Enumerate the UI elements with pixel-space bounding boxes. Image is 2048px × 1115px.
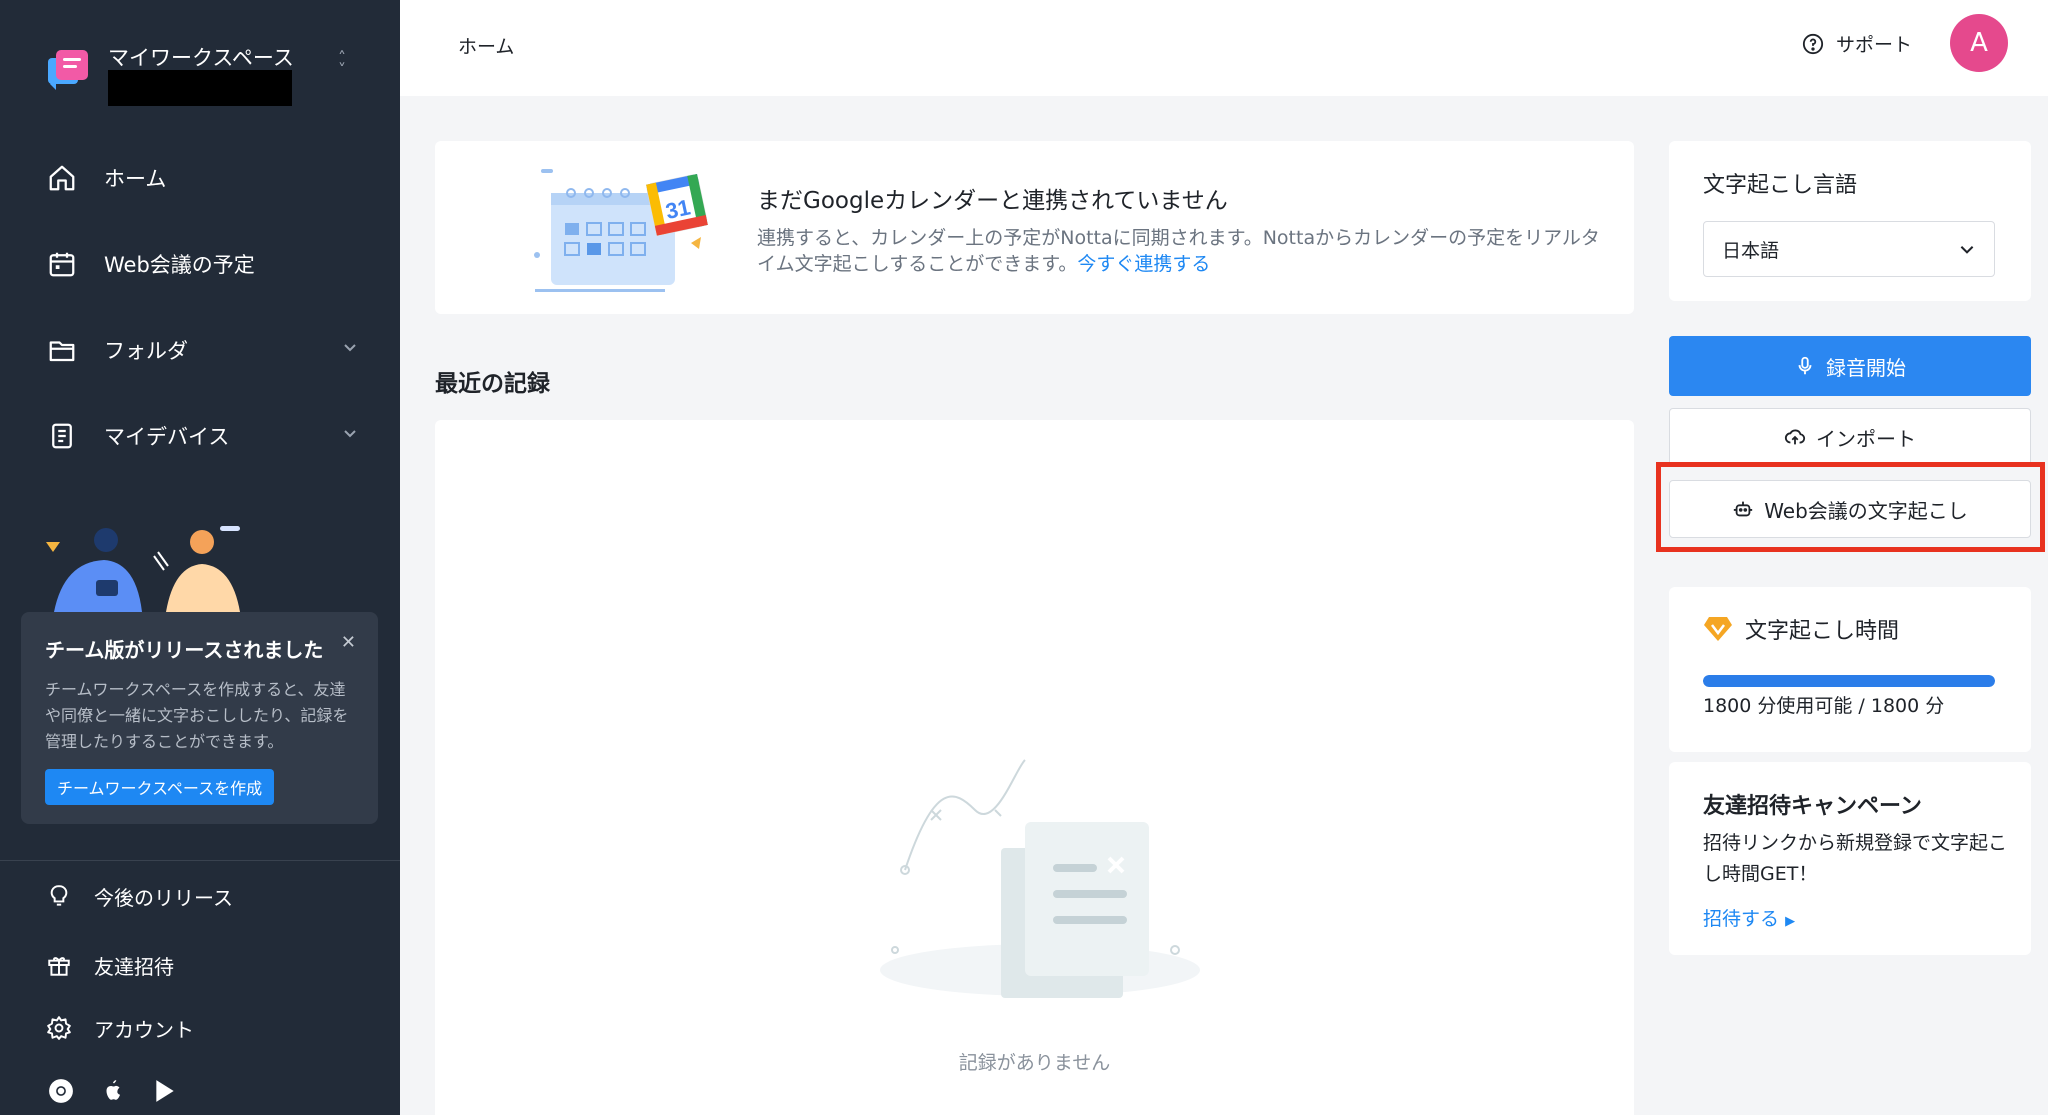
sidebar-item-label: 今後のリリース: [94, 885, 233, 910]
promo-title: チーム版がリリースされました: [45, 638, 324, 662]
gcal-description: 連携すると、カレンダー上の予定がNottaに同期されます。Nottaからカレンダ…: [757, 225, 1607, 277]
gift-icon: [48, 957, 70, 976]
usage-progress-fill: [1703, 675, 1995, 687]
sidebar-item-label: Web会議の予定: [104, 253, 255, 277]
close-icon[interactable]: ✕: [341, 632, 356, 653]
team-illustration: [46, 526, 240, 612]
calendar-illustration: 31: [534, 169, 708, 292]
transcription-language-card: 文字起こし言語 日本語: [1669, 141, 2031, 301]
chevron-down-icon[interactable]: [342, 425, 358, 441]
start-recording-label: 録音開始: [1826, 355, 1906, 380]
chevron-down-icon[interactable]: [342, 339, 358, 355]
redacted-email: [108, 70, 292, 106]
avatar[interactable]: A: [1950, 14, 2008, 72]
invite-campaign-card: 友達招待キャンペーン 招待リンクから新規登録で文字起こし時間GET！ 招待する …: [1669, 762, 2031, 955]
calendar-badge: 31: [663, 194, 692, 224]
recent-records-panel: 記録がありません: [435, 420, 1634, 1115]
sidebar-item-label: マイデバイス: [104, 425, 230, 449]
empty-state-text: 記録がありません: [958, 1052, 1111, 1074]
invite-link[interactable]: 招待する ▶: [1703, 904, 1795, 931]
sidebar-item-upcoming-releases[interactable]: 今後のリリース: [46, 876, 233, 916]
transcription-time-card: 文字起こし時間 1800 分使用可能 / 1800 分: [1669, 587, 2031, 752]
cloud-upload-icon: [1784, 429, 1806, 445]
sidebar-item-label: 友達招待: [94, 954, 174, 979]
invite-description: 招待リンクから新規登録で文字起こし時間GET！: [1703, 832, 2008, 885]
create-team-workspace-button[interactable]: チームワークスペースを作成: [45, 769, 275, 805]
sidebar-item-label: アカウント: [94, 1017, 194, 1042]
sidebar-item-my-devices[interactable]: マイデバイス: [44, 411, 364, 461]
usage-title: 文字起こし時間: [1703, 613, 1899, 645]
usage-text: 1800 分使用可能 / 1800 分: [1703, 695, 1945, 717]
sidebar-item-label: フォルダ: [104, 339, 188, 363]
workspace-switcher[interactable]: マイワークスペース ˄ ˅: [46, 38, 366, 108]
language-value: 日本語: [1722, 239, 1780, 262]
sidebar-item-home[interactable]: ホーム: [44, 153, 364, 203]
google-play-icon[interactable]: [152, 1078, 178, 1104]
device-icon: [44, 418, 80, 454]
sidebar-item-meetings[interactable]: Web会議の予定: [44, 239, 364, 289]
sidebar-item-account[interactable]: アカウント: [46, 1008, 194, 1048]
connect-now-link[interactable]: 今すぐ連携する: [1077, 253, 1210, 275]
language-title: 文字起こし言語: [1703, 173, 1858, 198]
chevron-updown-icon[interactable]: ˄ ˅: [338, 50, 346, 78]
import-label: インポート: [1816, 426, 1916, 451]
gcal-title: まだGoogleカレンダーと連携されていません: [757, 188, 1228, 214]
home-icon: [44, 160, 80, 196]
chevron-down-icon: [1960, 246, 1974, 254]
support-label: サポート: [1836, 34, 1913, 56]
sidebar-item-invite-friends[interactable]: 友達招待: [46, 945, 174, 985]
team-release-banner: チーム版がリリースされました ✕ チームワークスペースを作成すると、友達や同僚と…: [21, 612, 378, 824]
diamond-icon: [1704, 617, 1732, 641]
invite-title: 友達招待キャンペーン: [1703, 794, 1922, 819]
language-select[interactable]: 日本語: [1703, 221, 1995, 277]
notta-logo: [48, 50, 88, 90]
folder-icon: [44, 332, 80, 368]
google-calendar-banner: 31 まだGoogleカレンダーと連携されていません 連携すると、カレンダー上の…: [435, 141, 1634, 314]
sidebar-item-folder[interactable]: フォルダ: [44, 325, 364, 375]
usage-progress-bar: [1703, 675, 1995, 687]
workspace-name: マイワークスペース: [108, 46, 294, 70]
empty-state-illustration: [880, 759, 1200, 998]
sidebar-item-label: ホーム: [104, 167, 167, 191]
breadcrumb: ホーム: [458, 36, 515, 58]
highlight-box: [1656, 462, 2045, 552]
caret-right-icon: ▶: [1785, 914, 1796, 929]
sidebar: マイワークスペース ˄ ˅ ホーム Web会議の予定 フォルダ マイデバイス チ…: [0, 0, 400, 1115]
apple-icon[interactable]: [100, 1078, 126, 1104]
usage-title-text: 文字起こし時間: [1745, 619, 1900, 644]
microphone-icon: [1798, 356, 1812, 375]
divider: [0, 860, 400, 861]
recent-records-title: 最近の記録: [435, 371, 550, 397]
chrome-icon[interactable]: [48, 1078, 74, 1104]
calendar-icon: [44, 246, 80, 282]
support-link[interactable]: サポート: [1802, 30, 1912, 57]
top-header: ホーム サポート A: [400, 0, 2048, 96]
promo-body: チームワークスペースを作成すると、友達や同僚と一緒に文字おこししたり、記録を管理…: [45, 680, 349, 751]
gear-icon: [47, 1016, 71, 1040]
import-button[interactable]: インポート: [1669, 408, 2031, 466]
help-icon: [1802, 33, 1824, 54]
app-store-links: [48, 1078, 178, 1104]
start-recording-button[interactable]: 録音開始: [1669, 336, 2031, 396]
lightbulb-icon: [50, 885, 68, 906]
invite-link-text: 招待する: [1703, 908, 1780, 930]
